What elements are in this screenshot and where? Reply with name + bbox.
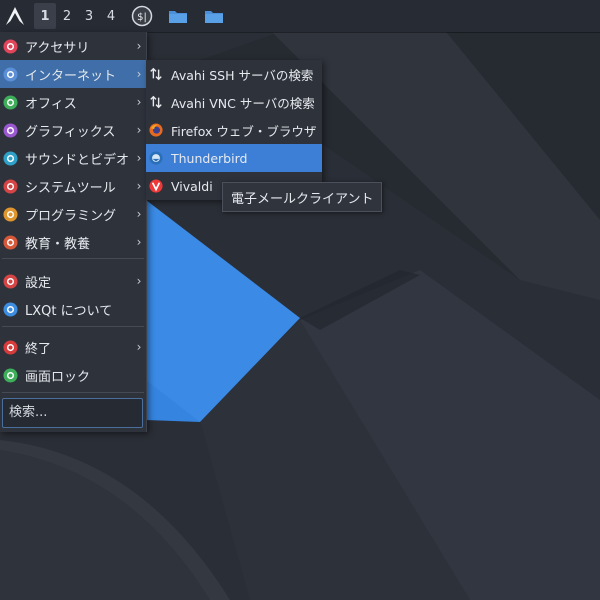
menu-item-label: オフィス (25, 96, 77, 112)
menu-item-graphics-palette[interactable]: グラフィックス › (0, 116, 146, 144)
menu-item-label: LXQt について (25, 303, 113, 319)
svg-text:$|: $| (137, 12, 147, 23)
submenu-item-network-arrows[interactable]: Avahi SSH サーバの検索 (146, 60, 322, 88)
desktop-switch-4[interactable]: 4 (100, 0, 122, 32)
graphics-palette-icon (3, 122, 18, 138)
lock-icon (3, 367, 18, 383)
thunderbird-icon (149, 151, 163, 165)
programming-icon (3, 206, 18, 222)
submenu-item-firefox[interactable]: Firefox ウェブ・ブラウザ (146, 116, 322, 144)
menu-item-label: アクセサリ (25, 40, 90, 56)
accessories-icon (3, 38, 18, 54)
chevron-right-icon: › (136, 274, 142, 288)
submenu-item-network-arrows[interactable]: Avahi VNC サーバの検索 (146, 88, 322, 116)
submenu-item-label: Firefox ウェブ・ブラウザ (171, 123, 317, 139)
menu-item-internet-globe[interactable]: インターネット › (0, 60, 146, 88)
submenu-item-label: Avahi VNC サーバの検索 (171, 95, 315, 111)
menu-separator (2, 326, 144, 327)
menu-search-input[interactable]: 検索... (2, 398, 143, 428)
menu-separator (2, 258, 144, 259)
chevron-right-icon: › (136, 179, 142, 193)
menu-item-power[interactable]: 終了 › (0, 333, 146, 361)
desktop-switch-3[interactable]: 3 (78, 0, 100, 32)
menu-item-label: システムツール (25, 180, 116, 196)
menu-item-lock[interactable]: 画面ロック (0, 361, 146, 389)
chevron-right-icon: › (136, 123, 142, 137)
tooltip: 電子メールクライアント (222, 182, 382, 212)
menu-item-lxqt-logo[interactable]: LXQt について (0, 295, 146, 323)
menu-item-label: 画面ロック (25, 369, 91, 385)
menu-item-office-check[interactable]: オフィス › (0, 88, 146, 116)
chevron-right-icon: › (136, 340, 142, 354)
education-icon (3, 234, 18, 250)
menu-item-programming[interactable]: プログラミング › (0, 200, 146, 228)
application-menu: アクセサリ › インターネット › オフィス › グラフィックス › サウンドとビデオ › システム… (0, 32, 147, 432)
menu-item-accessories[interactable]: アクセサリ › (0, 32, 146, 60)
sound-video-icon (3, 150, 18, 166)
internet-submenu: Avahi SSH サーバの検索 Avahi VNC サーバの検索 Firefox … (146, 60, 322, 200)
system-tools-icon (3, 178, 18, 194)
network-arrows-icon (149, 95, 163, 109)
chevron-right-icon: › (136, 39, 142, 53)
menu-item-label: 設定 (25, 275, 52, 291)
submenu-item-label: Avahi SSH サーバの検索 (171, 67, 314, 83)
chevron-right-icon: › (136, 235, 142, 249)
desktop-switch-2[interactable]: 2 (56, 0, 78, 32)
menu-item-education[interactable]: 教育・教養 › (0, 228, 146, 256)
menu-item-sound-video[interactable]: サウンドとビデオ › (0, 144, 146, 172)
chevron-right-icon: › (136, 67, 142, 81)
chevron-right-icon: › (136, 207, 142, 221)
firefox-icon (149, 123, 163, 137)
menu-separator (2, 392, 144, 393)
menu-item-label: インターネット (25, 68, 117, 84)
money-badge-icon[interactable]: $| (126, 0, 158, 32)
folder-icon[interactable] (162, 0, 194, 32)
menu-item-settings[interactable]: 設定 › (0, 267, 146, 295)
application-menu-button[interactable] (0, 0, 30, 32)
arch-logo-icon (6, 7, 24, 25)
menu-item-system-tools[interactable]: システムツール › (0, 172, 146, 200)
vivaldi-icon (149, 179, 163, 193)
submenu-item-label: Vivaldi (171, 178, 213, 194)
settings-icon (3, 273, 18, 289)
submenu-item-thunderbird[interactable]: Thunderbird (146, 144, 322, 172)
desktop-switch-1[interactable]: 1 (34, 3, 56, 29)
internet-globe-icon (3, 66, 18, 82)
top-panel: 1234 $| (0, 0, 600, 32)
folder-icon[interactable] (198, 0, 230, 32)
menu-item-label: グラフィックス (25, 124, 116, 140)
chevron-right-icon: › (136, 151, 142, 165)
office-check-icon (3, 94, 18, 110)
menu-item-label: 終了 (25, 341, 52, 357)
menu-item-label: サウンドとビデオ (25, 152, 130, 168)
power-icon (3, 339, 18, 355)
menu-item-label: 教育・教養 (25, 236, 91, 252)
menu-item-label: プログラミング (25, 208, 117, 224)
chevron-right-icon: › (136, 95, 142, 109)
submenu-item-label: Thunderbird (171, 150, 248, 166)
network-arrows-icon (149, 67, 163, 81)
lxqt-logo-icon (3, 301, 18, 317)
